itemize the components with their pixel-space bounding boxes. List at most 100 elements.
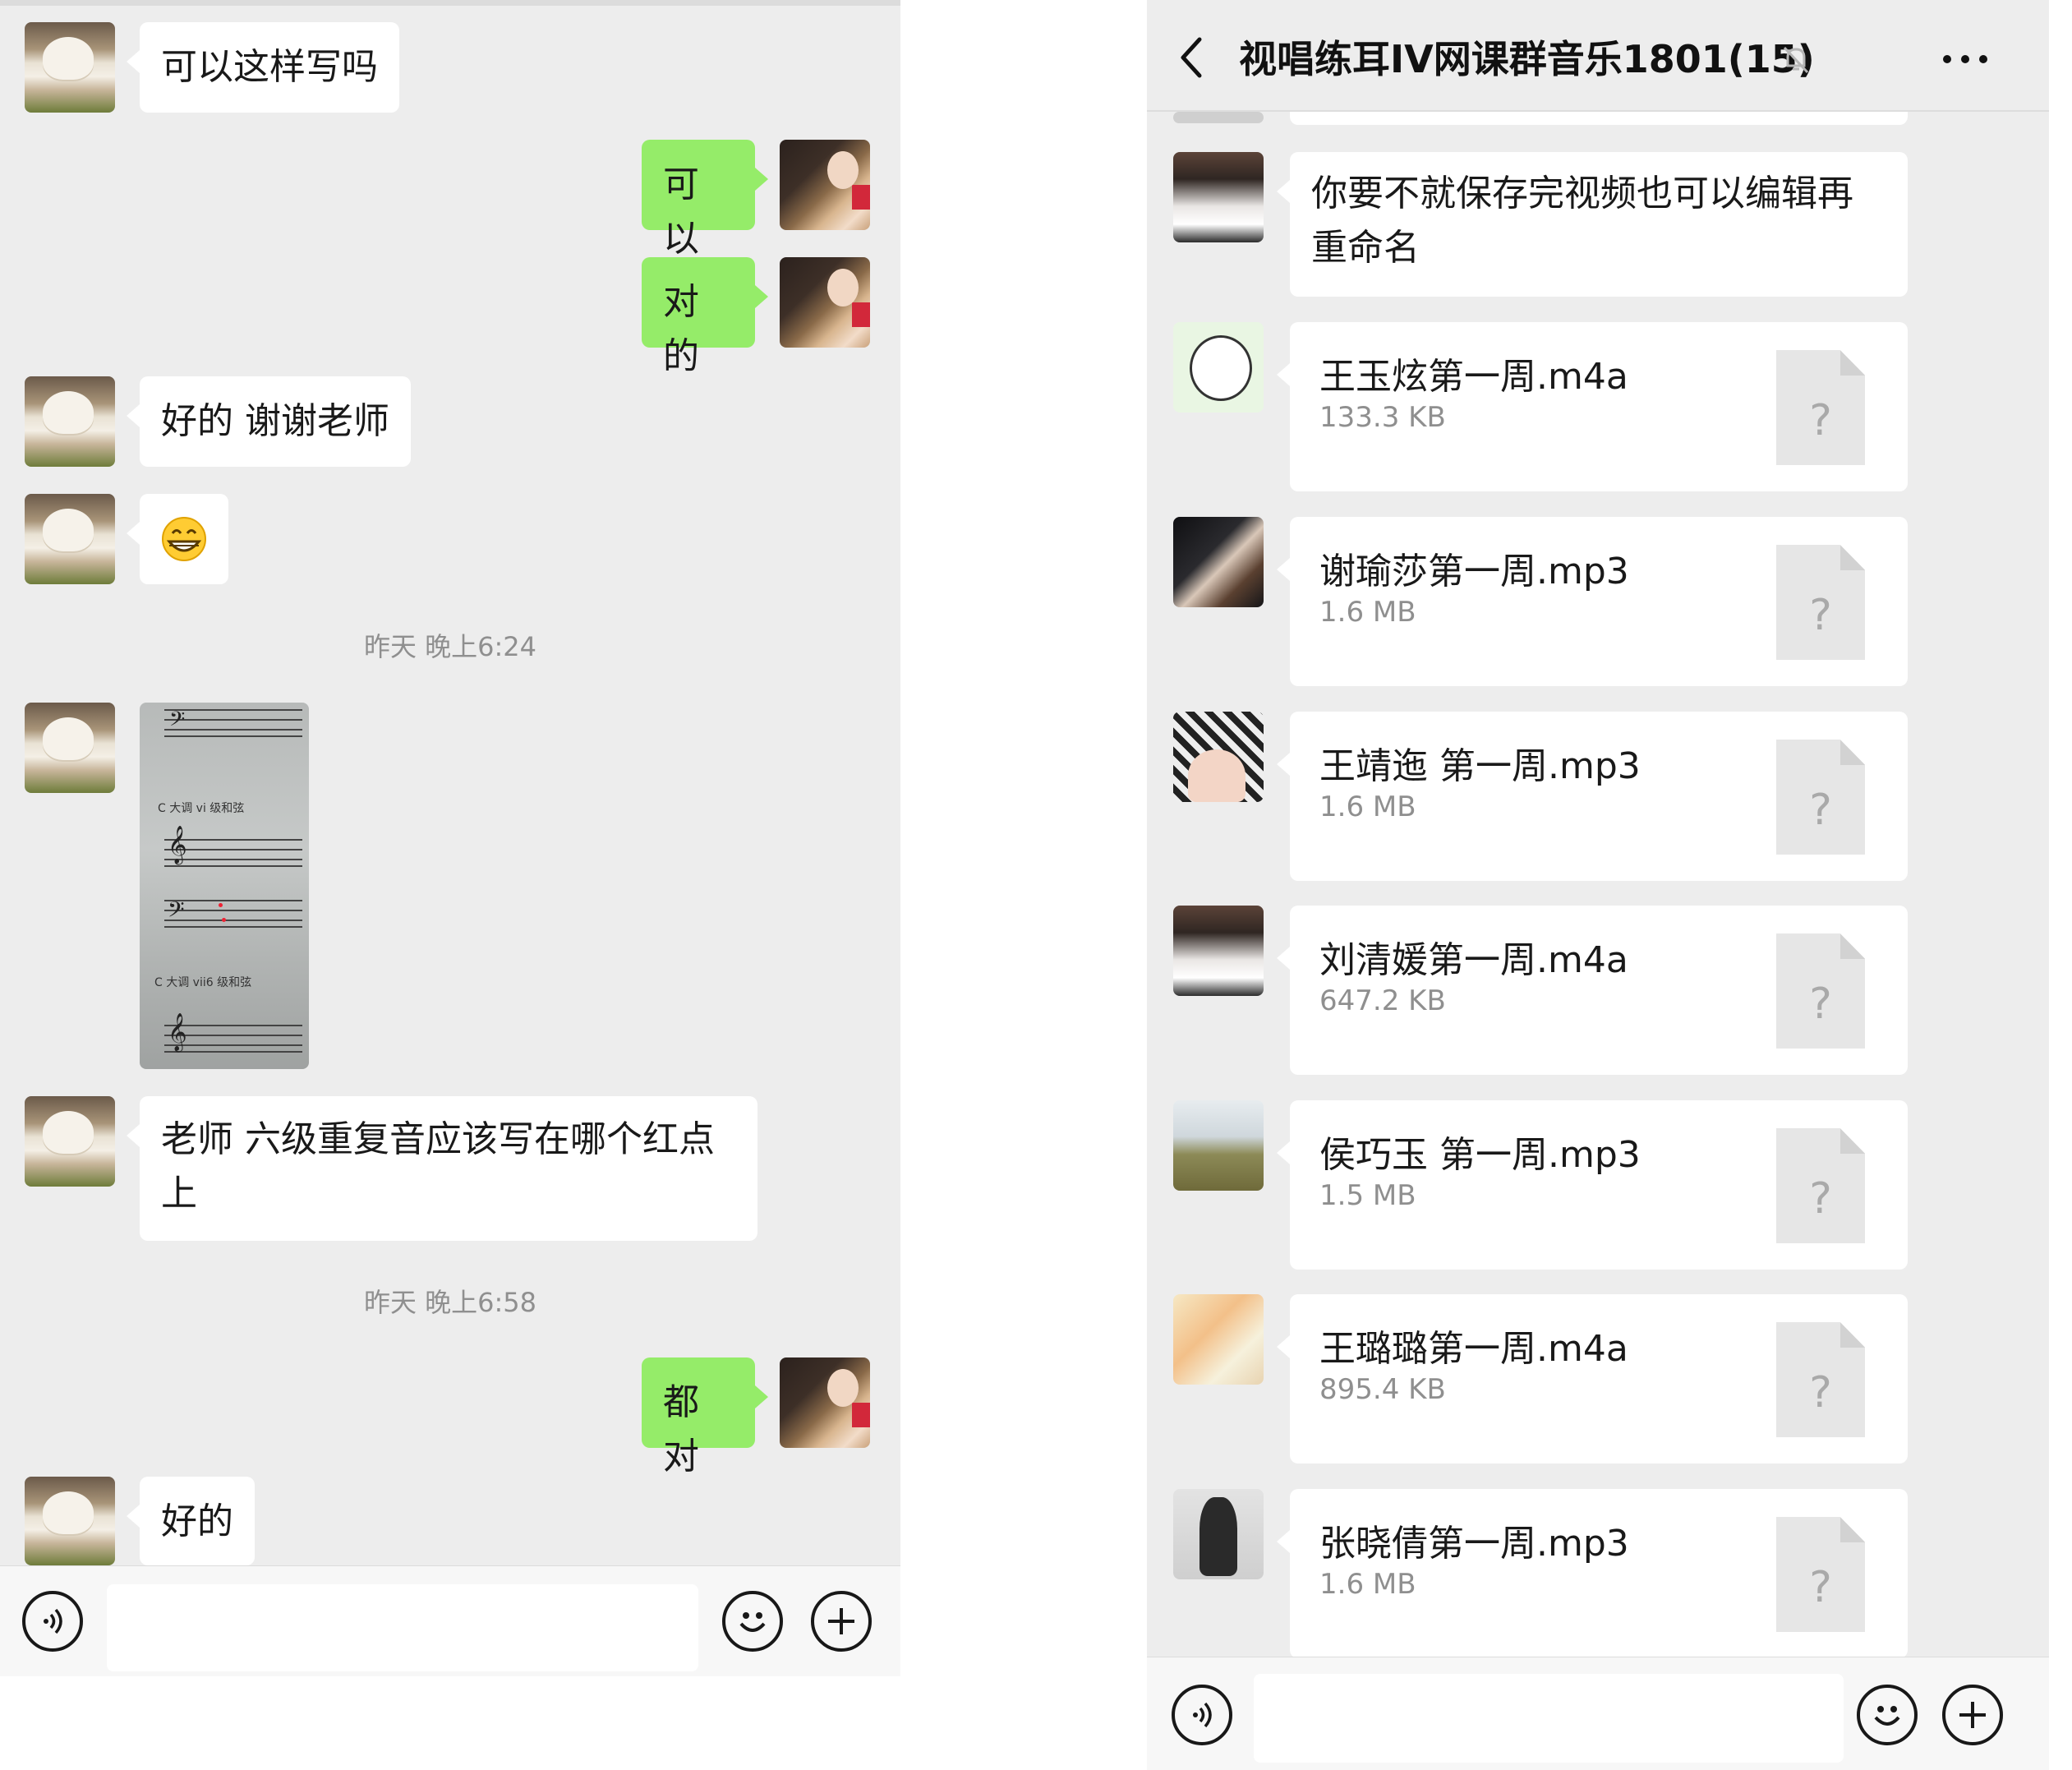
file-name: 刘清媛第一周.m4a [1319,939,1628,981]
file-message[interactable]: 侯巧玉 第一周.mp3 1.5 MB ? [1277,1100,1908,1270]
message-bubble[interactable]: 你要不就保存完视频也可以编辑再 重命名 [1277,152,1908,297]
message-text: 好的 谢谢老师 [161,400,389,442]
file-name: 谢瑜莎第一周.mp3 [1319,551,1629,592]
file-name: 张晓倩第一周.mp3 [1319,1523,1629,1565]
message-bubble[interactable]: 可以这样写吗 [127,22,399,113]
avatar[interactable] [25,22,115,113]
unknown-file-icon: ? [1776,545,1865,660]
avatar[interactable] [1173,1489,1264,1579]
emoji-icon[interactable] [1857,1685,1918,1745]
right-chat-panel: 视唱练耳IV网课群音乐1801(15) 你要不就保存完视频也可以编辑再 重命名 … [1147,0,2049,1770]
staff-lines [164,900,302,928]
message-bubble[interactable]: 对的 [642,257,768,377]
file-size: 895.4 KB [1319,1373,1446,1406]
message-input[interactable] [1254,1674,1844,1763]
chat-title[interactable]: 视唱练耳IV网课群音乐1801(15) [1239,30,1815,84]
divider [0,0,900,6]
message-text-line: 重命名 [1311,227,1420,269]
left-chat-panel: 可以这样写吗 可以 对的 好的 谢谢老师 昨天 晚上6:24 𝄢 C 大调 vi… [0,0,900,1676]
treble-clef-icon: 𝄞 [168,1013,187,1051]
file-size: 1.6 MB [1319,791,1416,823]
file-message[interactable]: 刘清媛第一周.m4a 647.2 KB ? [1277,906,1908,1075]
voice-waves-icon [44,1608,62,1634]
avatar[interactable] [780,140,870,230]
file-size: 1.6 MB [1319,1568,1416,1601]
photo-caption: C 大调 vii6 级和弦 [154,976,252,989]
bass-clef-icon: 𝄢 [168,897,185,928]
avatar[interactable] [1173,712,1264,802]
file-message[interactable]: 王璐璐第一周.m4a 895.4 KB ? [1277,1294,1908,1463]
grinning-face-icon [162,517,206,561]
smiley-face-icon [739,1612,766,1632]
smiley-face-icon [1874,1706,1900,1726]
unknown-file-icon: ? [1776,350,1865,465]
mute-bell-icon [1783,46,1809,74]
avatar[interactable] [1173,322,1264,413]
message-bubble[interactable]: 好的 [127,1477,255,1565]
red-dot [222,918,226,922]
avatar[interactable] [25,703,115,793]
file-size: 647.2 KB [1319,984,1446,1017]
file-message[interactable]: 王玉炫第一周.m4a 133.3 KB ? [1277,322,1908,491]
message-text-line: 你要不就保存完视频也可以编辑再 [1311,173,1853,214]
avatar[interactable] [1173,112,1264,123]
avatar[interactable] [25,1096,115,1187]
emoji-icon[interactable] [722,1591,783,1652]
unknown-file-icon: ? [1776,933,1865,1049]
message-bubble[interactable] [127,494,228,584]
avatar[interactable] [1173,906,1264,996]
message-bubble[interactable]: 可以 [642,140,768,260]
unknown-file-icon: ? [1776,740,1865,855]
message-text: 可以这样写吗 [161,46,378,88]
input-bar [0,1565,900,1676]
avatar[interactable] [25,376,115,467]
file-message[interactable]: 王靖迤 第一周.mp3 1.6 MB ? [1277,712,1908,881]
voice-waves-icon [1193,1702,1212,1728]
avatar[interactable] [25,1477,115,1565]
plus-icon[interactable] [811,1591,872,1652]
voice-icon[interactable] [1172,1685,1232,1745]
timestamp: 昨天 晚上6:58 [363,1287,537,1318]
chat-header: 视唱练耳IV网课群音乐1801(15) [1147,0,2049,112]
avatar[interactable] [1173,1100,1264,1191]
message-text-line: 上 [161,1173,197,1215]
unknown-file-icon: ? [1776,1322,1865,1437]
message-bubble[interactable] [1290,112,1908,125]
photo-caption: C 大调 vi 级和弦 [158,802,245,815]
message-text: 都对 [663,1381,699,1477]
voice-icon[interactable] [22,1591,83,1652]
unknown-file-icon: ? [1776,1517,1865,1632]
file-name: 王靖迤 第一周.mp3 [1319,745,1641,787]
message-text-line: 老师 六级重复音应该写在哪个红点 [161,1118,715,1160]
avatar[interactable] [1173,152,1264,242]
avatar[interactable] [780,1357,870,1448]
avatar[interactable] [25,494,115,584]
more-icon[interactable] [1941,53,1990,66]
file-name: 王玉炫第一周.m4a [1319,356,1628,398]
plus-glyph-icon [1959,1702,1986,1728]
message-input[interactable] [107,1584,698,1671]
message-bubble[interactable]: 好的 谢谢老师 [127,376,411,467]
avatar[interactable] [1173,1294,1264,1385]
file-size: 1.5 MB [1319,1179,1416,1212]
file-name: 侯巧玉 第一周.mp3 [1319,1134,1641,1176]
sheet-music-photo[interactable]: 𝄢 C 大调 vi 级和弦 𝄞 𝄢 C 大调 vii6 级和弦 𝄞 [140,703,309,1069]
plus-glyph-icon [828,1608,854,1634]
timestamp: 昨天 晚上6:24 [363,631,537,662]
message-text: 对的 [663,281,699,377]
file-message[interactable]: 张晓倩第一周.mp3 1.6 MB ? [1277,1489,1908,1658]
file-size: 1.6 MB [1319,596,1416,629]
avatar[interactable] [780,257,870,348]
file-message[interactable]: 谢瑜莎第一周.mp3 1.6 MB ? [1277,517,1908,686]
bass-clef-icon: 𝄢 [169,708,186,736]
plus-icon[interactable] [1942,1685,2003,1745]
message-bubble[interactable]: 都对 [642,1357,768,1477]
input-bar [1147,1657,2049,1770]
back-icon[interactable] [1175,33,1208,82]
message-text: 好的 [161,1500,233,1542]
red-dot [219,903,223,907]
avatar[interactable] [1173,517,1264,607]
message-text: 可以 [663,164,699,260]
message-bubble[interactable]: 老师 六级重复音应该写在哪个红点 上 [127,1096,757,1241]
treble-clef-icon: 𝄞 [168,826,187,864]
